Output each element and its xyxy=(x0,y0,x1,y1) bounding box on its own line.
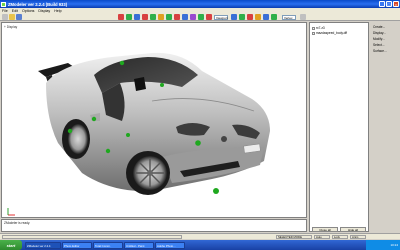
axis-gizmo xyxy=(7,208,15,216)
tool-blue-4-icon[interactable] xyxy=(263,14,269,20)
hide-all-button[interactable]: Hide all xyxy=(340,227,366,232)
menu-display[interactable]: Display xyxy=(38,9,50,13)
tool-blue-2-icon[interactable] xyxy=(182,14,188,20)
menu-edit[interactable]: Edit xyxy=(12,9,18,13)
side-menu-display[interactable]: Display... xyxy=(373,31,386,35)
tool-green-6-icon[interactable] xyxy=(271,14,277,20)
tool-blue-3-icon[interactable] xyxy=(231,14,237,20)
menu-options[interactable]: Options xyxy=(22,9,34,13)
tool-purple-icon[interactable] xyxy=(190,14,196,20)
open-icon[interactable] xyxy=(9,14,15,20)
tool-red-5-icon[interactable] xyxy=(247,14,253,20)
window-controls: _ □ × xyxy=(379,1,399,7)
close-button[interactable]: × xyxy=(393,1,399,7)
tool-orange-2-icon[interactable] xyxy=(255,14,261,20)
tool-orange-icon[interactable] xyxy=(158,14,164,20)
view-select[interactable]: Viewport xyxy=(214,14,228,20)
clock[interactable]: 10:24 xyxy=(390,243,398,247)
tool-green-4-icon[interactable] xyxy=(198,14,204,20)
side-menu-modify[interactable]: Modify... xyxy=(373,37,385,41)
tool-red-1-icon[interactable] xyxy=(118,14,124,20)
console-text: ZModeler is ready. xyxy=(4,221,31,225)
status-anim[interactable]: Anim xyxy=(350,235,366,239)
status-message xyxy=(2,235,182,239)
status-mode: SELECTED MODE xyxy=(276,235,312,239)
folder-icon xyxy=(312,26,315,30)
tree-item[interactable]: mazdaspeed_body.dff xyxy=(312,31,347,35)
3d-viewport[interactable]: + Display xyxy=(1,22,307,218)
tool-red-4-icon[interactable] xyxy=(206,14,212,20)
new-icon[interactable] xyxy=(2,14,8,20)
side-menu-create[interactable]: Create... xyxy=(373,25,385,29)
taskbar-item[interactable]: Total Comm. xyxy=(93,241,123,249)
tree-item-label: rx7.z3 xyxy=(316,26,325,30)
tool-red-3-icon[interactable] xyxy=(174,14,180,20)
mode-select[interactable]: Vertex xyxy=(282,14,296,20)
close-all-button[interactable]: Close all xyxy=(312,227,338,232)
status-bar: SELECTED MODE Auto Lock Anim xyxy=(0,233,400,239)
toolbar: Viewport Vertex xyxy=(0,13,400,21)
minimize-button[interactable]: _ xyxy=(379,1,385,7)
tool-green-2-icon[interactable] xyxy=(150,14,156,20)
car-model[interactable] xyxy=(2,23,308,219)
tool-gray-icon[interactable] xyxy=(300,14,306,20)
console-panel: ZModeler is ready. xyxy=(1,219,307,232)
system-tray: 10:24 xyxy=(366,240,400,250)
zmodeler-window: ZModeler ver 2.2.4 (Build 933) _ □ × Fil… xyxy=(0,0,400,250)
tool-red-2-icon[interactable] xyxy=(142,14,148,20)
start-button[interactable]: start xyxy=(0,240,22,250)
menu-help[interactable]: Help xyxy=(54,9,61,13)
taskbar-item[interactable]: ZModeler ver 2.2.4 xyxy=(25,241,61,249)
side-menu-select[interactable]: Select... xyxy=(373,43,385,47)
taskbar-item[interactable]: Adobe Photo... xyxy=(155,241,185,249)
status-auto[interactable]: Auto xyxy=(314,235,330,239)
side-menu-surface[interactable]: Surface... xyxy=(373,49,387,53)
maximize-button[interactable]: □ xyxy=(386,1,392,7)
taskbar-item[interactable]: Photo Editor xyxy=(62,241,92,249)
taskbar: start ZModeler ver 2.2.4 Photo Editor To… xyxy=(0,240,400,250)
tool-green-5-icon[interactable] xyxy=(239,14,245,20)
folder-icon xyxy=(312,31,315,35)
save-icon[interactable] xyxy=(16,14,22,20)
tool-green-1-icon[interactable] xyxy=(126,14,132,20)
window-title: ZModeler ver 2.2.4 (Build 933) xyxy=(8,1,68,7)
app-icon xyxy=(1,1,6,7)
tool-blue-1-icon[interactable] xyxy=(134,14,140,20)
taskbar-item[interactable]: Untitled - Paint xyxy=(124,241,154,249)
tree-item[interactable]: rx7.z3 xyxy=(312,26,325,30)
side-menu: Create... Display... Modify... Select...… xyxy=(370,22,400,82)
menu-file[interactable]: File xyxy=(2,9,8,13)
tool-green-3-icon[interactable] xyxy=(166,14,172,20)
tree-item-label: mazdaspeed_body.dff xyxy=(316,31,348,35)
title-bar: ZModeler ver 2.2.4 (Build 933) _ □ × xyxy=(0,0,400,8)
scene-tree-panel: rx7.z3 mazdaspeed_body.dff xyxy=(309,22,369,232)
status-lock[interactable]: Lock xyxy=(332,235,348,239)
